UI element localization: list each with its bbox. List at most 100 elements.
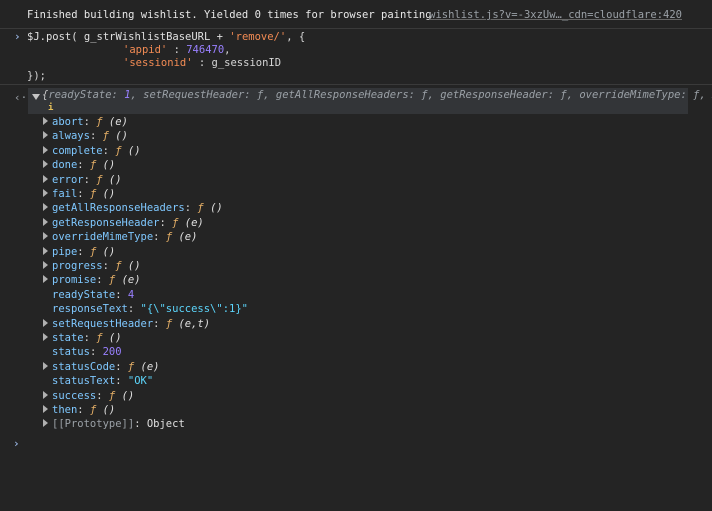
log-source-link[interactable]: wishlist.js?v=-3xzUw…_cdn=cloudflare:420 (429, 8, 682, 22)
expand-triangle-icon[interactable] (43, 405, 48, 413)
function-icon: ƒ (89, 245, 97, 258)
console-input-entry: › $J.post( g_strWishlistBaseURL + 'remov… (0, 28, 712, 85)
console-prompt-icon[interactable]: › (13, 437, 20, 450)
object-preview: {readyState: 1, setRequestHeader: ƒ, get… (42, 89, 712, 101)
property-row[interactable]: then: ƒ () (43, 403, 115, 417)
property-row[interactable]: fail: ƒ () (43, 187, 115, 201)
expand-triangle-icon[interactable] (43, 246, 48, 255)
property-key: responseText (52, 303, 128, 316)
console-log-row: Finished building wishlist. Yielded 0 ti… (0, 0, 712, 29)
property-colon: : (89, 346, 103, 359)
function-icon: ƒ (96, 332, 103, 344)
property-colon: : (102, 260, 116, 272)
expand-triangle-icon[interactable] (43, 419, 48, 428)
property-value: "OK" (127, 375, 154, 388)
function-icon: ƒ (165, 317, 173, 330)
function-icon: ƒ (108, 274, 116, 287)
property-row: responseText: "{\"success\":1}" (43, 302, 248, 316)
property-row[interactable]: statusCode: ƒ (e) (43, 360, 160, 374)
property-row[interactable]: progress: ƒ () (43, 259, 141, 273)
function-params: () (108, 332, 122, 344)
property-colon: : (153, 317, 166, 330)
code-number: 746470 (186, 44, 225, 56)
function-params: (e) (140, 360, 160, 373)
collapse-triangle-icon[interactable] (32, 94, 40, 100)
property-row[interactable]: pipe: ƒ () (43, 245, 115, 259)
property-row: status: 200 (43, 345, 122, 359)
expand-triangle-icon[interactable] (43, 203, 48, 212)
property-row[interactable]: promise: ƒ (e) (43, 273, 141, 287)
expand-triangle-icon[interactable] (43, 261, 48, 269)
expand-triangle-icon[interactable] (43, 275, 48, 284)
expand-triangle-icon[interactable] (43, 361, 48, 370)
property-row[interactable]: overrideMimeType: ƒ (e) (43, 230, 197, 244)
code-string: 'remove/' (229, 31, 287, 43)
property-row[interactable]: setRequestHeader: ƒ (e,t) (43, 317, 210, 331)
expand-triangle-icon[interactable] (43, 145, 48, 154)
property-row[interactable]: complete: ƒ () (43, 144, 141, 158)
property-key: then (52, 404, 78, 416)
expand-triangle-icon[interactable] (43, 131, 48, 140)
code-string: 'appid' (123, 44, 168, 56)
property-row[interactable]: success: ƒ () (43, 389, 134, 403)
property-key: promise (52, 274, 97, 287)
property-colon: : (115, 288, 128, 301)
function-icon: ƒ (197, 202, 204, 215)
property-row[interactable]: abort: ƒ (e) (43, 115, 128, 129)
code-text: , { (286, 31, 306, 43)
expand-triangle-icon[interactable] (43, 117, 48, 125)
function-icon: ƒ (89, 159, 97, 172)
property-row[interactable]: getResponseHeader: ƒ (e) (43, 216, 204, 230)
function-params: (e) (184, 216, 204, 229)
property-row[interactable]: error: ƒ () (43, 173, 122, 187)
expand-triangle-icon[interactable] (43, 189, 48, 197)
info-icon[interactable]: i (48, 103, 53, 113)
expand-triangle-icon[interactable] (43, 333, 48, 341)
property-colon: : (184, 202, 198, 215)
property-row: readyState: 4 (43, 288, 134, 302)
property-value: Object (146, 418, 185, 431)
property-row[interactable]: getAllResponseHeaders: ƒ () (43, 201, 223, 215)
function-icon: ƒ (165, 231, 173, 244)
property-value: "{\"success\":1}" (140, 303, 248, 316)
property-row[interactable]: state: ƒ () (43, 331, 122, 345)
property-key: statusText (52, 375, 116, 388)
property-key: setRequestHeader (52, 317, 154, 330)
property-key: success (52, 389, 97, 402)
property-key: statusCode (52, 360, 116, 373)
property-key: state (52, 332, 84, 344)
object-summary[interactable]: {readyState: 1, setRequestHeader: ƒ, get… (28, 88, 706, 114)
code-text: : g_sessionID (192, 57, 282, 69)
expand-triangle-icon[interactable] (43, 217, 48, 226)
property-row[interactable]: [[Prototype]]: Object (43, 417, 185, 431)
property-colon: : (83, 173, 97, 186)
code-text: , (224, 44, 231, 56)
property-key: pipe (52, 245, 78, 258)
expand-triangle-icon[interactable] (43, 174, 48, 183)
property-colon: : (83, 116, 97, 128)
function-params: (e,t) (178, 317, 211, 330)
property-colon: : (115, 375, 128, 388)
code-string: 'sessionid' (123, 57, 193, 69)
function-params: () (102, 159, 116, 172)
property-key: done (52, 159, 78, 172)
function-icon: ƒ (89, 188, 97, 200)
expand-triangle-icon[interactable] (43, 318, 48, 327)
property-row[interactable]: done: ƒ () (43, 158, 115, 172)
function-params: (e) (108, 116, 128, 128)
expand-triangle-icon[interactable] (43, 160, 48, 169)
function-params: () (108, 173, 122, 186)
property-row[interactable]: always: ƒ () (43, 129, 128, 143)
expand-triangle-icon[interactable] (43, 232, 48, 241)
expand-triangle-icon[interactable] (43, 390, 48, 399)
result-arrow-icon: ‹· (14, 91, 28, 104)
function-params: () (102, 404, 116, 416)
preview-key: readyState: (48, 89, 125, 101)
function-params: () (102, 188, 116, 200)
input-prompt-icon: › (14, 30, 21, 43)
property-key: error (52, 173, 84, 186)
function-params: () (210, 202, 223, 215)
property-key: abort (52, 116, 84, 128)
function-icon: ƒ (115, 144, 122, 157)
property-colon: : (96, 389, 109, 402)
